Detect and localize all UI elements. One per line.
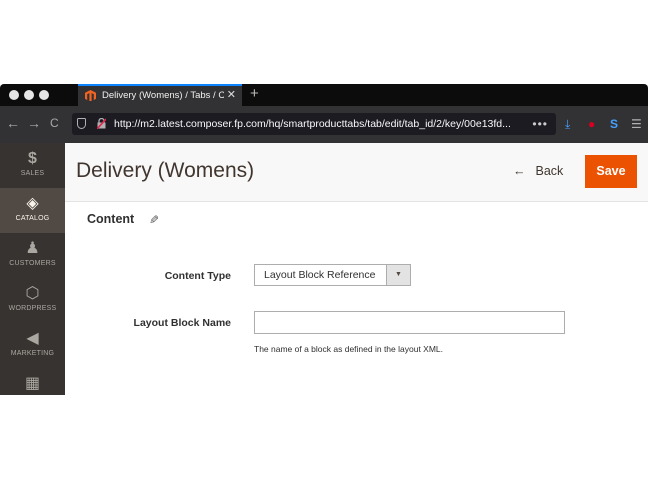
layout-block-name-input[interactable] <box>254 311 565 334</box>
browser-toolbar: ← → C http://m2.latest.composer.fp.com/h… <box>0 106 648 143</box>
page-actions-icon[interactable]: ••• <box>532 113 548 135</box>
forward-arrow-icon[interactable]: → <box>27 116 41 130</box>
sidebar-item-label: WORDPRESS <box>8 305 57 312</box>
sidebar-item-label: MARKETING <box>10 350 55 357</box>
content-type-label: Content Type <box>164 270 231 282</box>
magento-favicon-icon <box>85 90 96 101</box>
extension-red-icon[interactable]: ● <box>588 117 595 131</box>
back-arrow-icon[interactable]: ← <box>6 116 20 130</box>
new-tab-button[interactable]: + <box>250 84 259 104</box>
sidebar-item-marketing[interactable]: ◀ MARKETING <box>0 323 65 368</box>
browser-tab[interactable]: Delivery (Womens) / Tabs / Cat... ✕ <box>78 84 242 106</box>
page-title: Delivery (Womens) <box>76 159 255 182</box>
hamburger-menu-icon[interactable]: ☰ <box>631 117 642 131</box>
extension-sync-icon[interactable]: S <box>610 117 618 131</box>
sidebar-item-customers[interactable]: ♟ CUSTOMERS <box>0 233 65 278</box>
sidebar-item-label: SALES <box>20 170 45 177</box>
address-bar[interactable]: http://m2.latest.composer.fp.com/hq/smar… <box>72 113 556 135</box>
sidebar-item-label: CUSTOMERS <box>9 260 56 267</box>
browser-window: Delivery (Womens) / Tabs / Cat... ✕ + ← … <box>0 84 648 395</box>
main-content: Delivery (Womens) ← Back Save Content ✎ C… <box>65 143 648 395</box>
download-icon[interactable]: ⤓ <box>565 117 570 131</box>
dollar-icon: $ <box>28 150 37 167</box>
sidebar-item-wordpress[interactable]: ⬡ WORDPRESS <box>0 278 65 323</box>
sidebar-item-content[interactable]: ▦ <box>0 368 65 395</box>
tab-close-icon[interactable]: ✕ <box>227 86 236 105</box>
window-maximize-dot[interactable] <box>39 90 49 100</box>
person-icon: ♟ <box>25 240 40 257</box>
page-header: Delivery (Womens) ← Back Save <box>65 143 648 202</box>
url-text[interactable]: http://m2.latest.composer.fp.com/hq/smar… <box>114 113 534 135</box>
chevron-down-icon[interactable]: ▼ <box>386 265 410 285</box>
tab-title: Delivery (Womens) / Tabs / Cat... <box>102 90 224 101</box>
back-button[interactable]: ← Back <box>513 164 563 178</box>
pencil-icon[interactable]: ✎ <box>149 213 159 227</box>
box-icon: ◈ <box>26 195 39 212</box>
tab-strip: Delivery (Womens) / Tabs / Cat... ✕ + <box>0 84 648 106</box>
field-note: The name of a block as defined in the la… <box>254 344 444 354</box>
back-arrow-icon: ← <box>513 164 526 178</box>
megaphone-icon: ◀ <box>26 330 39 347</box>
sidebar-item-catalog[interactable]: ◈ CATALOG <box>0 188 65 233</box>
layout-block-name-label: Layout Block Name <box>133 317 231 329</box>
save-button[interactable]: Save <box>585 155 637 188</box>
sidebar-item-label: CATALOG <box>15 215 50 222</box>
back-button-label: Back <box>535 164 564 178</box>
hexagon-icon: ⬡ <box>25 285 40 302</box>
window-minimize-dot[interactable] <box>24 90 34 100</box>
section-title: Content <box>87 212 135 226</box>
content-type-value: Layout Block Reference <box>264 269 376 281</box>
content-type-select[interactable]: Layout Block Reference ▼ <box>254 264 411 286</box>
admin-sidebar: $ SALES ◈ CATALOG ♟ CUSTOMERS ⬡ WORDPRES… <box>0 143 65 395</box>
layout-icon: ▦ <box>24 375 41 392</box>
sidebar-item-sales[interactable]: $ SALES <box>0 143 65 188</box>
insecure-lock-icon[interactable] <box>97 118 106 129</box>
window-close-dot[interactable] <box>9 90 19 100</box>
reload-icon[interactable]: C <box>50 116 59 130</box>
tracking-shield-icon[interactable] <box>77 118 86 129</box>
